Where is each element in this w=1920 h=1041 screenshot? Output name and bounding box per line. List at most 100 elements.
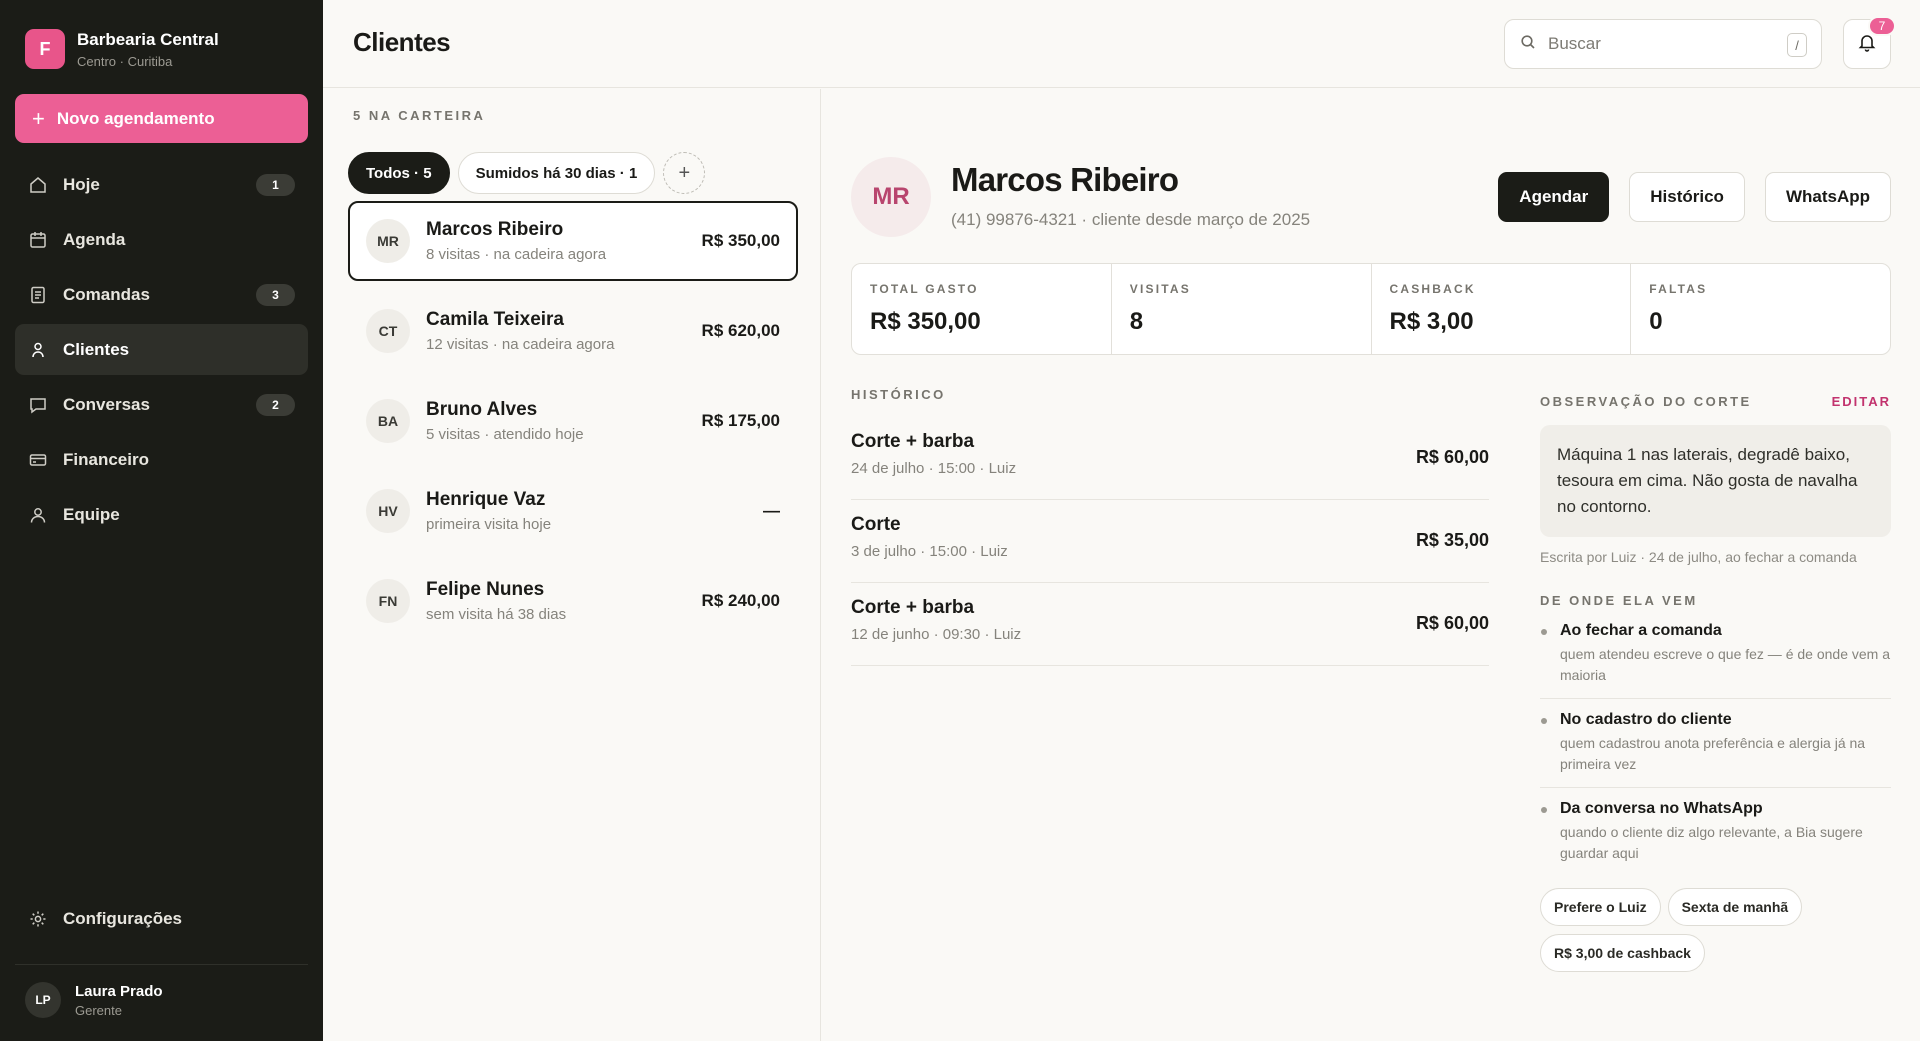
note-origins: Ao fechar a comanda quem atendeu escreve… — [1540, 622, 1891, 876]
history-amount: R$ 60,00 — [1415, 447, 1489, 467]
history-amount: R$ 35,00 — [1415, 530, 1489, 550]
sidebar-item-hoje[interactable]: Hoje 1 — [15, 159, 308, 210]
client-amount: R$ 240,00 — [701, 591, 780, 610]
search-icon — [1520, 34, 1536, 55]
client-meta: 5 visitas · atendido hoje — [426, 426, 584, 443]
origin-item: Ao fechar a comanda quem atendeu escreve… — [1540, 622, 1891, 699]
brand-logo: F — [25, 29, 65, 69]
origin-item: Da conversa no WhatsApp quando o cliente… — [1540, 800, 1891, 876]
stat-no-shows: FALTAS 0 — [1649, 282, 1708, 335]
bullet-icon — [1541, 718, 1547, 724]
haircut-notes: OBSERVAÇÃO DO CORTE EDITAR Máquina 1 nas… — [1540, 394, 1891, 980]
new-appointment-button[interactable]: + Novo agendamento — [15, 94, 308, 143]
client-amount: R$ 175,00 — [701, 411, 780, 430]
search-box[interactable]: / — [1504, 19, 1822, 69]
plus-icon: + — [32, 105, 45, 131]
sidebar-item-comandas[interactable]: Comandas 3 — [15, 269, 308, 320]
history-service: Corte + barba — [851, 431, 975, 452]
client-row-bruno-alves[interactable]: BA Bruno Alves 5 visitas · atendido hoje… — [348, 381, 798, 461]
client-name: Henrique Vaz — [426, 489, 546, 510]
keyboard-shortcut-hint: / — [1787, 33, 1807, 57]
history-meta: 24 de julho · 15:00 · Luiz — [851, 460, 1017, 477]
brand[interactable]: F Barbearia Central Centro · Curitiba — [25, 29, 219, 69]
history-service: Corte — [851, 514, 901, 535]
bullet-icon — [1541, 807, 1547, 813]
history-service: Corte + barba — [851, 597, 975, 618]
user-profile[interactable]: LP Laura Prado Gerente — [25, 982, 163, 1018]
history-row[interactable]: Corte + barba 24 de julho · 15:00 · Luiz… — [851, 417, 1489, 500]
sidebar-item-financeiro[interactable]: Financeiro — [15, 434, 308, 485]
nav-badge: 2 — [256, 394, 295, 416]
history-button[interactable]: Histórico — [1629, 172, 1745, 222]
edit-notes-link[interactable]: EDITAR — [1832, 394, 1891, 409]
whatsapp-button[interactable]: WhatsApp — [1764, 172, 1891, 222]
gear-icon — [28, 909, 48, 929]
client-amount: R$ 620,00 — [701, 321, 780, 340]
client-meta: sem visita há 38 dias — [426, 606, 567, 623]
stat-total-spent: TOTAL GASTO R$ 350,00 — [852, 264, 1112, 354]
client-list: MR Marcos Ribeiro 8 visitas · na cadeira… — [348, 201, 798, 651]
sidebar: F Barbearia Central Centro · Curitiba + … — [0, 0, 323, 1041]
divider — [15, 964, 308, 965]
avatar: LP — [25, 982, 61, 1018]
filter-chip-all[interactable]: Todos · 5 — [348, 152, 450, 194]
client-row-henrique-vaz[interactable]: HV Henrique Vaz primeira visita hoje — — [348, 471, 798, 551]
client-amount: — — [763, 501, 780, 520]
avatar: BA — [366, 399, 410, 443]
origin-label: DE ONDE ELA VEM — [1540, 593, 1698, 608]
search-input[interactable] — [1548, 34, 1768, 54]
client-name: Bruno Alves — [426, 399, 538, 420]
client-detail-name: Marcos Ribeiro — [951, 161, 1179, 198]
avatar: MR — [851, 157, 931, 237]
avatar: MR — [366, 219, 410, 263]
client-tags: Prefere o Luiz Sexta de manhã R$ 3,00 de… — [1540, 888, 1891, 980]
tag-chip[interactable]: Prefere o Luiz — [1540, 888, 1661, 926]
main-content: Clientes / 7 5 NA CARTEIRA Todos · 5 Sum… — [323, 0, 1920, 1041]
sidebar-nav: Hoje 1 Agenda Comandas 3 Clientes Conver… — [15, 159, 308, 544]
nav-badge: 3 — [256, 284, 295, 306]
clients-icon — [28, 340, 48, 360]
add-filter-button[interactable]: + — [663, 152, 706, 194]
filter-chips: Todos · 5 Sumidos há 30 dias · 1 + — [348, 152, 706, 194]
notifications-button[interactable]: 7 — [1843, 16, 1896, 69]
client-row-marcos-ribeiro[interactable]: MR Marcos Ribeiro 8 visitas · na cadeira… — [348, 201, 798, 281]
schedule-button[interactable]: Agendar — [1498, 172, 1610, 222]
client-row-camila-teixeira[interactable]: CT Camila Teixeira 12 visitas · na cadei… — [348, 291, 798, 371]
sidebar-item-clientes[interactable]: Clientes — [15, 324, 308, 375]
user-role: Gerente — [75, 1002, 122, 1018]
nav-badge: 1 — [256, 174, 295, 196]
client-detail-meta: (41) 99876-4321 · cliente desde março de… — [951, 210, 1311, 229]
avatar: FN — [366, 579, 410, 623]
team-icon — [28, 505, 48, 525]
stat-cashback: CASHBACK R$ 3,00 — [1372, 264, 1632, 354]
client-name: Marcos Ribeiro — [426, 219, 564, 240]
stat-visits: VISITAS 8 — [1112, 264, 1372, 354]
card-icon — [28, 450, 48, 470]
bullet-icon — [1541, 629, 1547, 635]
client-name: Camila Teixeira — [426, 309, 565, 330]
tag-chip[interactable]: R$ 3,00 de cashback — [1540, 934, 1705, 972]
note-text: Máquina 1 nas laterais, degradê baixo, t… — [1540, 425, 1891, 537]
brand-name: Barbearia Central — [77, 29, 219, 49]
filter-chip-missing[interactable]: Sumidos há 30 dias · 1 — [457, 152, 656, 194]
client-row-felipe-nunes[interactable]: FN Felipe Nunes sem visita há 38 dias R$… — [348, 561, 798, 641]
sidebar-item-conversas[interactable]: Conversas 2 — [15, 379, 308, 430]
settings-link[interactable]: Configurações — [28, 909, 182, 929]
client-meta: 8 visitas · na cadeira agora — [426, 246, 607, 263]
note-meta: Escrita por Luiz · 24 de julho, ao fecha… — [1540, 549, 1857, 565]
sidebar-item-agenda[interactable]: Agenda — [15, 214, 308, 265]
history-meta: 12 de junho · 09:30 · Luiz — [851, 626, 1022, 643]
notes-label: OBSERVAÇÃO DO CORTE — [1540, 394, 1752, 409]
receipt-icon — [28, 285, 48, 305]
visit-history: HISTÓRICO Corte + barba 24 de julho · 15… — [851, 387, 1489, 666]
tag-chip[interactable]: Sexta de manhã — [1667, 888, 1803, 926]
client-count-label: 5 NA CARTEIRA — [353, 108, 486, 123]
history-row[interactable]: Corte + barba 12 de junho · 09:30 · Luiz… — [851, 583, 1489, 666]
user-name: Laura Prado — [75, 982, 163, 1000]
app-window: F Barbearia Central Centro · Curitiba + … — [0, 0, 1920, 1041]
page-title: Clientes — [353, 27, 451, 57]
history-row[interactable]: Corte 3 de julho · 15:00 · Luiz R$ 35,00 — [851, 500, 1489, 583]
notification-count-badge: 7 — [1868, 16, 1896, 36]
sidebar-item-equipe[interactable]: Equipe — [15, 489, 308, 540]
history-amount: R$ 60,00 — [1415, 613, 1489, 633]
